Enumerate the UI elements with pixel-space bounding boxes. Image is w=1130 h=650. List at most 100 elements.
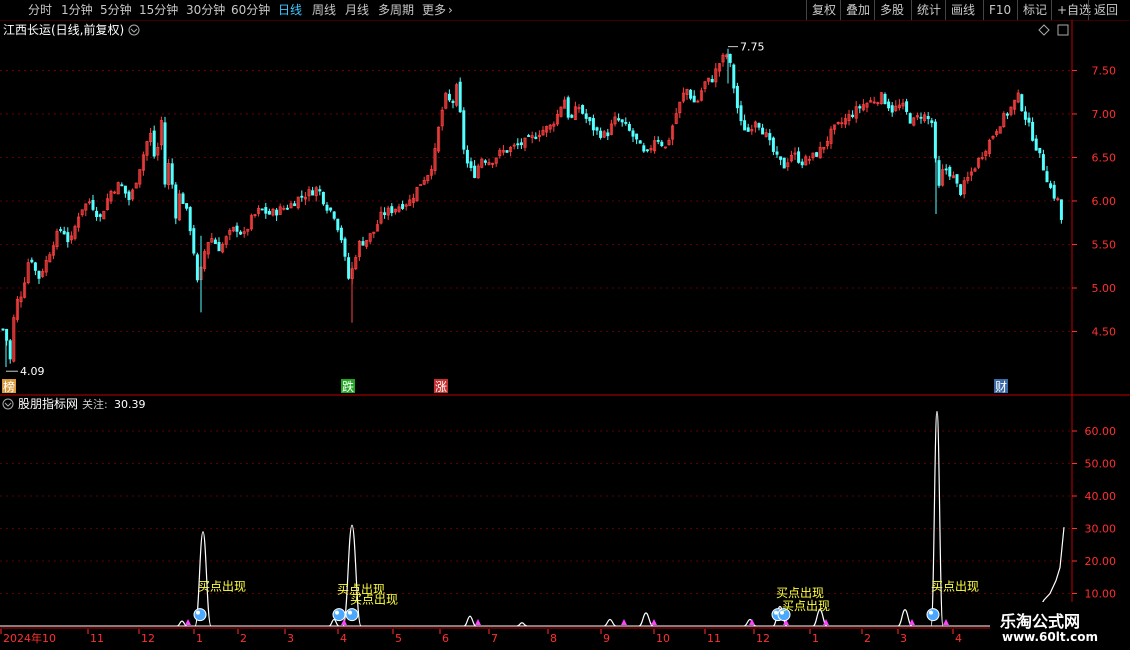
candle-body-74 [267, 210, 271, 215]
candle-body-2 [8, 340, 12, 360]
candle-body-26 [95, 210, 99, 217]
candle-body-95 [343, 238, 347, 257]
buy-signal-ball-shine-3 [774, 610, 778, 615]
candle-body-127 [458, 81, 462, 113]
candle-body-164 [591, 118, 595, 131]
candle-body-206 [743, 120, 747, 131]
period-tab-7[interactable]: 周线 [312, 1, 336, 19]
indicator-tick-label-4: 20.00 [1085, 555, 1117, 568]
candle-body-173 [624, 122, 628, 124]
candle-body-288 [1038, 147, 1042, 154]
candle-body-73 [264, 207, 268, 214]
candle-body-174 [627, 124, 631, 131]
candle-body-177 [638, 140, 642, 144]
kline-chart[interactable]: 7.50 7.00 6.50 6.00 5.50 5.00 4.50 60.00 50.00 40… [0, 20, 1130, 650]
candle-body-217 [782, 157, 786, 169]
buy-signal-ball-2 [345, 608, 359, 622]
indicator-spike-4 [463, 615, 477, 627]
period-tab-10[interactable]: 更多 [422, 1, 446, 19]
candle-body-53 [192, 228, 196, 254]
candle-body-178 [642, 145, 646, 152]
candle-body-210 [757, 123, 761, 128]
candle-body-179 [645, 149, 649, 152]
period-tab-3[interactable]: 15分钟 [139, 1, 178, 19]
chart-title-chevron [130, 28, 138, 33]
period-tab-0[interactable]: 分时 [28, 1, 52, 19]
time-axis-label-15: 1 [812, 632, 819, 645]
toolbar-button-1[interactable]: 叠加 [840, 0, 875, 20]
candle-body-16 [59, 229, 63, 231]
candle-body-168 [606, 132, 610, 137]
candle-body-125 [451, 100, 455, 104]
candle-body-88 [318, 189, 322, 192]
signal-marker-9 [943, 619, 949, 625]
square-icon [1057, 24, 1069, 36]
candle-body-262 [944, 168, 948, 171]
candle-body-192 [692, 95, 696, 103]
event-tag-2: 涨 [435, 379, 447, 394]
time-axis-label-1: 11 [90, 632, 104, 645]
candle-body-287 [1034, 138, 1038, 151]
period-tab-4[interactable]: 30分钟 [186, 1, 225, 19]
candle-body-25 [91, 199, 95, 210]
time-axis-label-5: 3 [287, 632, 294, 645]
indicator-spike-8 [743, 618, 757, 627]
candle-body-257 [926, 115, 930, 120]
toolbar-button-3[interactable]: 统计 [911, 0, 946, 20]
buy-signal-label-2: 买点出现 [350, 592, 398, 606]
period-tab-8[interactable]: 月线 [345, 1, 369, 19]
toolbar-button-0[interactable]: 复权 [806, 0, 841, 20]
candle-body-279 [1005, 113, 1009, 116]
toolbar-button-4[interactable]: 画线 [945, 0, 980, 20]
chevron-right-icon[interactable]: › [448, 1, 453, 19]
period-tab-6[interactable]: 日线 [278, 1, 302, 19]
candle-body-291 [1049, 183, 1053, 188]
candle-body-66 [239, 231, 243, 235]
time-axis-label-0: 2024年10 [3, 631, 56, 645]
buy-signal-ball-shine-2 [348, 610, 352, 615]
time-axis-label-13: 11 [707, 632, 721, 645]
price-tick-label-6: 4.50 [1092, 325, 1117, 338]
candle-body-17 [62, 230, 66, 235]
buy-signal-ball-5 [926, 608, 940, 622]
candle-body-89 [321, 191, 325, 205]
toolbar-button-5[interactable]: F10 [983, 0, 1016, 20]
candle-body-79 [285, 207, 289, 210]
toolbar-button-6[interactable]: 标记 [1017, 0, 1052, 20]
candle-body-33 [120, 184, 124, 187]
candle-body-130 [469, 161, 473, 169]
price-tick-label-2: 6.50 [1092, 151, 1117, 164]
buy-signal-label-3: 买点出现 [776, 586, 824, 600]
buy-signal-ball-1 [332, 608, 346, 622]
time-axis-label-8: 6 [442, 632, 449, 645]
time-axis-label-7: 5 [395, 632, 402, 645]
candle-body-116 [419, 184, 423, 186]
candle-body-51 [185, 203, 189, 209]
candle-body-146 [527, 135, 531, 137]
period-tab-1[interactable]: 1分钟 [61, 1, 93, 19]
price-tick-label-5: 5.00 [1092, 282, 1117, 295]
candle-body-247 [890, 105, 894, 113]
toolbar-button-8[interactable]: 返回 [1088, 0, 1123, 20]
event-tag-3: 财 [995, 380, 1007, 394]
candle-body-182 [656, 140, 660, 142]
price-tick-label-4: 5.50 [1092, 238, 1117, 251]
candle-body-35 [127, 191, 131, 201]
period-tab-5[interactable]: 60分钟 [231, 1, 270, 19]
period-tab-9[interactable]: 多周期 [378, 1, 414, 19]
candle-body-251 [905, 101, 909, 112]
candle-body-165 [595, 127, 599, 131]
period-tab-2[interactable]: 5分钟 [100, 1, 132, 19]
candle-body-216 [779, 156, 783, 160]
site-logo: 乐淘公式网 www.60lt.com [990, 602, 1130, 650]
time-axis-label-10: 8 [550, 632, 557, 645]
toolbar-button-2[interactable]: 多股 [874, 0, 909, 20]
price-tick-label-0: 7.50 [1092, 64, 1117, 77]
candle-body-266 [959, 184, 963, 195]
candle-body-284 [1023, 111, 1027, 120]
signal-marker-0 [185, 619, 191, 625]
candle-body-143 [516, 143, 520, 146]
candle-body-134 [483, 160, 487, 163]
candle-body-47 [170, 163, 174, 185]
candlestick-series [1, 48, 1063, 368]
